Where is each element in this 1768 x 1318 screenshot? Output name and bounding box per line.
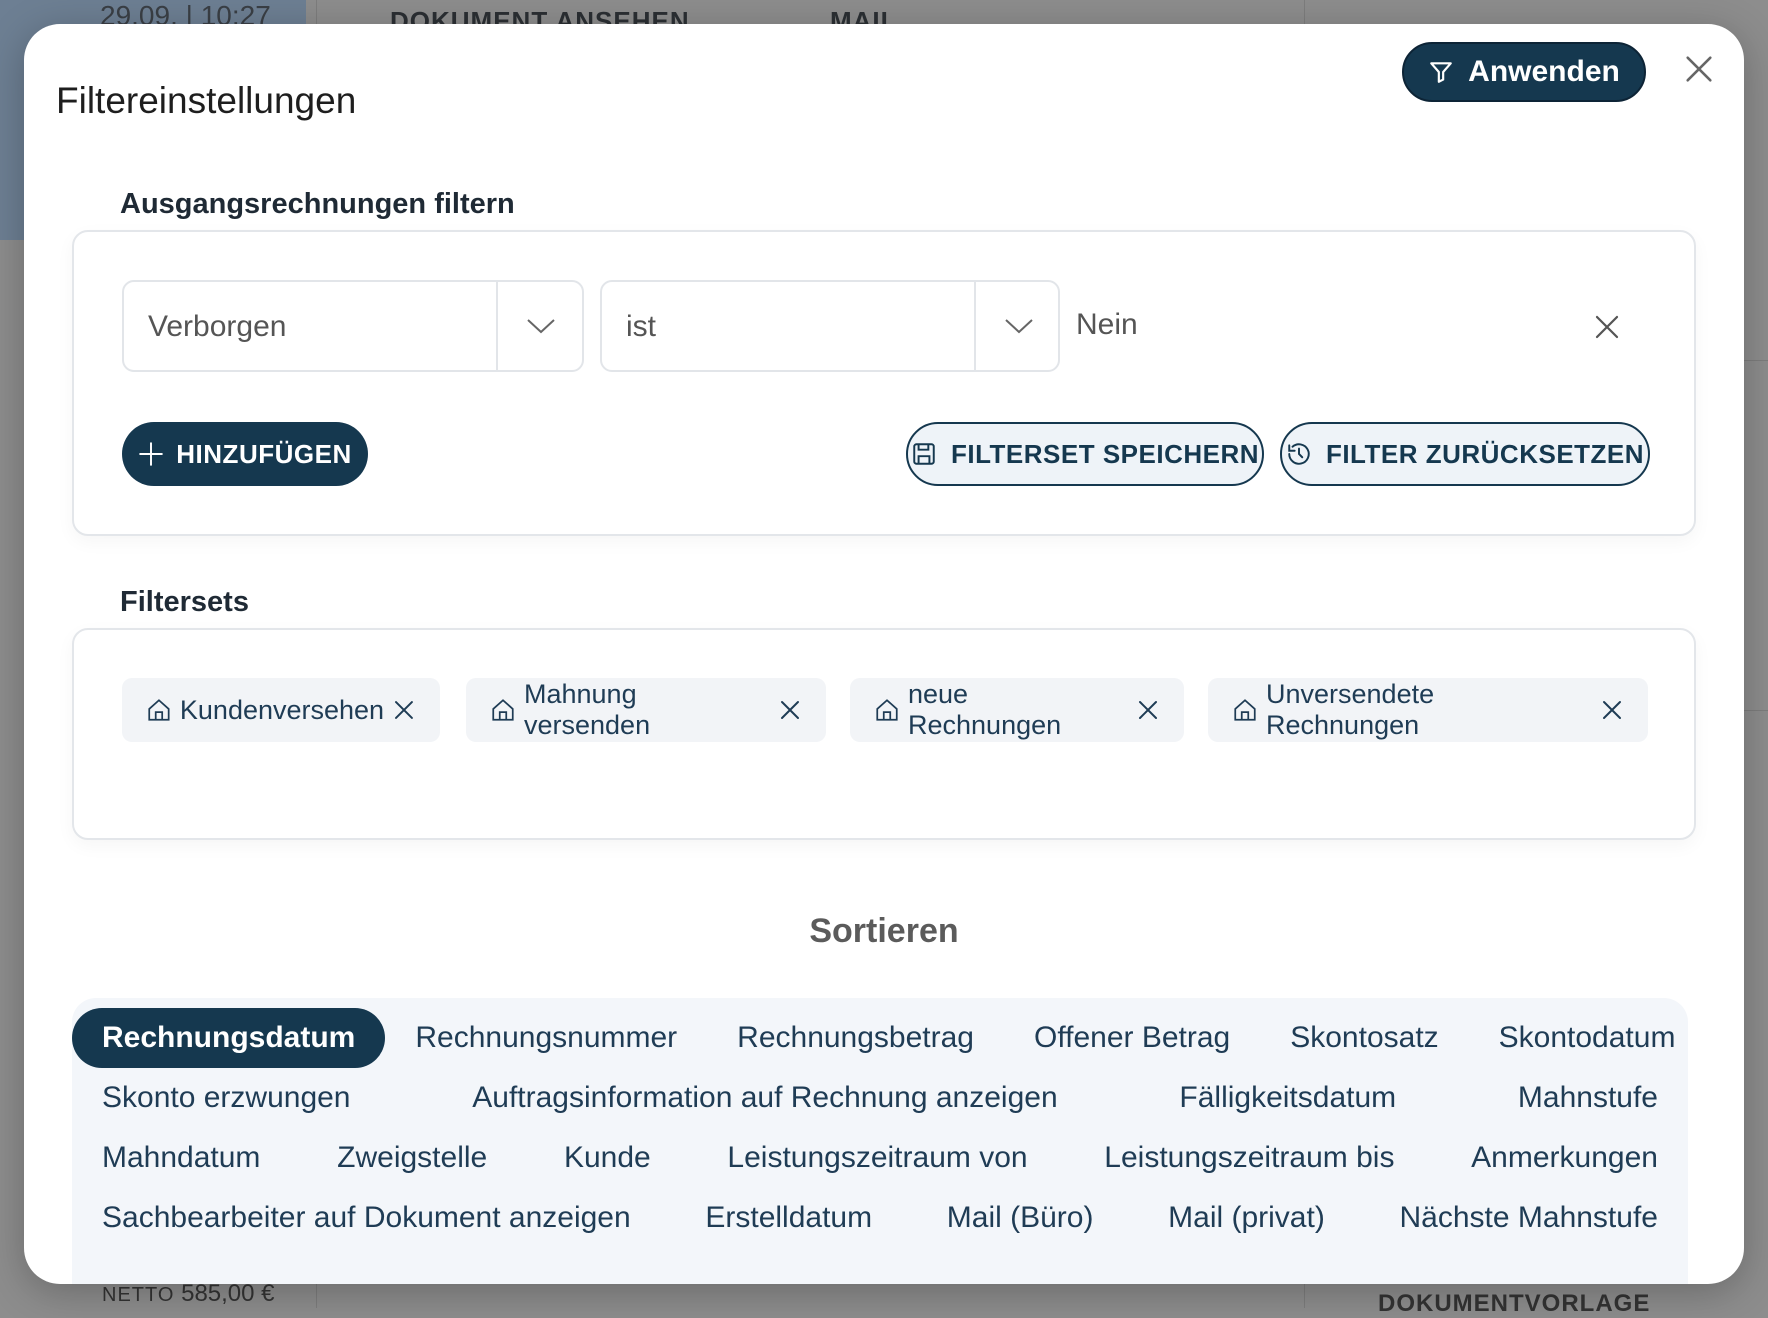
close-icon[interactable] <box>1136 698 1160 722</box>
filter-panel: Verborgen ist Nein HINZUFÜGEN FILTERSET … <box>72 230 1696 536</box>
sort-row: Skonto erzwungen Auftragsinformation auf… <box>72 1068 1688 1128</box>
sort-option[interactable]: Auftragsinformation auf Rechnung anzeige… <box>442 1068 1087 1128</box>
sort-option[interactable]: Leistungszeitraum bis <box>1074 1128 1424 1188</box>
sort-row: Mahndatum Zweigstelle Kunde Leistungszei… <box>72 1128 1688 1188</box>
filtersets-panel: Kundenversehen Mahnung versenden neue Re… <box>72 628 1696 840</box>
select-divider <box>496 282 498 370</box>
background-doc-template: DOKUMENTVORLAGE <box>1378 1290 1651 1317</box>
sort-options: Rechnungsdatum Rechnungsnummer Rechnungs… <box>72 998 1688 1284</box>
sort-option[interactable]: Offener Betrag <box>1004 1008 1260 1068</box>
close-icon[interactable] <box>778 698 802 722</box>
remove-filter-icon[interactable] <box>1592 312 1622 342</box>
sort-option[interactable]: Erstelldatum <box>675 1188 902 1248</box>
sort-option[interactable]: Mail (Büro) <box>917 1188 1124 1248</box>
close-icon[interactable] <box>1682 52 1716 86</box>
add-filter-label: HINZUFÜGEN <box>176 438 352 469</box>
operator-select-value: ist <box>626 310 656 343</box>
add-filter-button[interactable]: HINZUFÜGEN <box>122 422 368 486</box>
select-divider <box>974 282 976 370</box>
chevron-down-icon <box>527 319 555 334</box>
filter-settings-modal: Filtereinstellungen Anwenden Ausgangsrec… <box>24 24 1744 1284</box>
field-select[interactable]: Verborgen <box>122 280 584 372</box>
save-filterset-label: FILTERSET SPEICHERN <box>950 438 1260 469</box>
plus-icon <box>139 442 164 466</box>
filterset-chip-label: Mahnung versenden <box>524 679 651 740</box>
home-icon <box>876 699 898 721</box>
sort-option[interactable]: Kunde <box>534 1128 681 1188</box>
reset-filter-label: FILTER ZURÜCKSETZEN <box>1325 438 1645 469</box>
sort-option[interactable]: Rechnungsbetrag <box>707 1008 1004 1068</box>
sort-option[interactable]: Skonto erzwungen <box>72 1068 381 1128</box>
sort-option[interactable]: Zweigstelle <box>307 1128 517 1188</box>
filterset-chip-label: Kundenversehen <box>179 694 385 725</box>
history-icon <box>1288 443 1310 465</box>
home-icon <box>148 699 170 721</box>
save-icon <box>913 443 935 465</box>
sort-row: Rechnungsdatum Rechnungsnummer Rechnungs… <box>72 1008 1688 1068</box>
sort-option[interactable]: Nächste Mahnstufe <box>1370 1188 1688 1248</box>
sort-option[interactable]: Sachbearbeiter auf Dokument anzeigen <box>72 1188 661 1248</box>
chevron-down-icon <box>1005 319 1033 334</box>
sort-option[interactable]: Anmerkungen <box>1441 1128 1688 1188</box>
sort-option[interactable]: Mail (privat) <box>1138 1188 1355 1248</box>
sort-option[interactable]: Mahndatum <box>72 1128 290 1188</box>
operator-select[interactable]: ist <box>600 280 1060 372</box>
filterset-chip[interactable]: Mahnung versenden <box>466 678 826 742</box>
close-icon[interactable] <box>392 698 416 722</box>
filterset-chip-label: Unversendete Rechnungen <box>1266 679 1435 740</box>
filterset-chip-label: neue Rechnungen <box>908 679 1062 740</box>
home-icon <box>1234 699 1256 721</box>
sort-option[interactable]: Skontodatum <box>1469 1008 1706 1068</box>
filterset-chip[interactable]: neue Rechnungen <box>850 678 1184 742</box>
background-netto: NETTO 585,00 € <box>102 1280 275 1307</box>
sort-title: Sortieren <box>809 912 959 950</box>
reset-filter-button[interactable]: FILTER ZURÜCKSETZEN <box>1280 422 1650 486</box>
sort-option[interactable]: Leistungszeitraum von <box>697 1128 1057 1188</box>
sort-option[interactable]: Fälligkeitsdatum <box>1149 1068 1426 1128</box>
filterset-chip[interactable]: Unversendete Rechnungen <box>1208 678 1648 742</box>
sort-row: Sachbearbeiter auf Dokument anzeigen Ers… <box>72 1188 1688 1248</box>
sort-option[interactable]: Rechnungsdatum <box>72 1008 386 1068</box>
condition-value[interactable]: Nein <box>1076 308 1138 342</box>
filter-section-label: Ausgangsrechnungen filtern <box>120 188 515 220</box>
save-filterset-button[interactable]: FILTERSET SPEICHERN <box>906 422 1264 486</box>
apply-button-label: Anwenden <box>1468 55 1620 88</box>
modal-title: Filtereinstellungen <box>56 80 357 121</box>
home-icon <box>492 699 514 721</box>
filtersets-label: Filtersets <box>120 586 249 618</box>
filterset-chip[interactable]: Kundenversehen <box>122 678 440 742</box>
close-icon[interactable] <box>1600 698 1624 722</box>
sort-option[interactable]: Rechnungsnummer <box>385 1008 707 1068</box>
sort-option[interactable]: Mahnstufe <box>1488 1068 1688 1128</box>
apply-button[interactable]: Anwenden <box>1402 42 1646 102</box>
filter-icon <box>1430 62 1452 83</box>
field-select-value: Verborgen <box>148 310 287 343</box>
sort-option[interactable]: Skontosatz <box>1260 1008 1468 1068</box>
